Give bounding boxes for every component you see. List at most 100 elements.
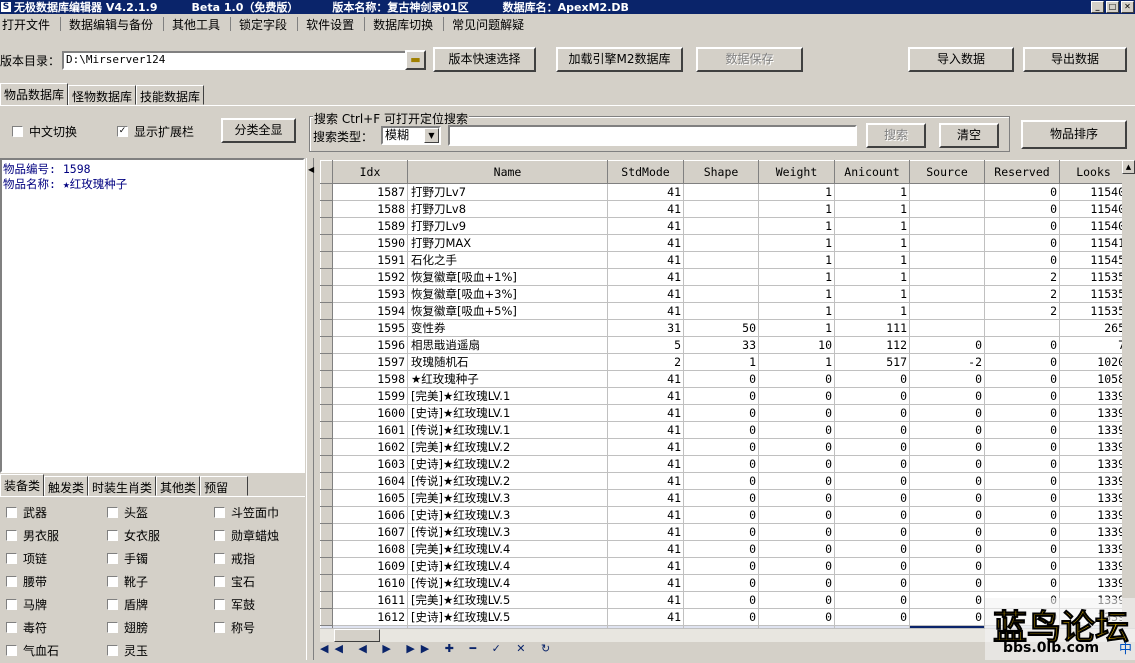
table-cell[interactable]: 41 <box>607 472 684 490</box>
export-button[interactable]: 导出数据 <box>1023 47 1127 72</box>
table-row[interactable]: 1600 [史诗]★红玫瑰LV.1 41 0 0 0 0 0 1339 <box>320 404 1128 422</box>
quick-select-button[interactable]: 版本快速选择 <box>433 47 536 72</box>
table-cell[interactable]: [传说]★红玫瑰LV.2 <box>407 472 608 490</box>
folder-icon[interactable]: ▬ <box>405 50 426 70</box>
table-cell[interactable]: 0 <box>984 353 1060 371</box>
table-cell[interactable]: 1 <box>834 302 910 320</box>
table-cell[interactable]: 0 <box>683 506 759 524</box>
table-cell[interactable]: 0 <box>984 217 1060 235</box>
cat-gem[interactable]: 宝石 <box>214 573 255 590</box>
column-header[interactable]: StdMode <box>607 160 684 184</box>
row-indicator[interactable] <box>320 370 333 388</box>
tab-skills[interactable]: 技能数据库 <box>136 85 205 105</box>
table-cell[interactable]: 恢复徽章[吸血+5%] <box>407 302 608 320</box>
table-cell[interactable]: 0 <box>909 506 985 524</box>
tab-fashion[interactable]: 时装生肖类 <box>88 476 157 496</box>
row-indicator[interactable] <box>320 506 333 524</box>
column-header[interactable]: Name <box>407 160 608 184</box>
table-cell[interactable]: [传说]★红玫瑰LV.1 <box>407 421 608 439</box>
table-cell[interactable]: 1020 <box>1059 353 1128 371</box>
table-cell[interactable]: 0 <box>834 404 910 422</box>
table-cell[interactable]: [史诗]★红玫瑰LV.4 <box>407 557 608 575</box>
table-cell[interactable]: 11535 <box>1059 285 1128 303</box>
table-cell[interactable]: 0 <box>834 506 910 524</box>
table-cell[interactable]: 0 <box>758 506 835 524</box>
table-cell[interactable]: 0 <box>834 591 910 609</box>
table-row[interactable]: 1590 打野刀MAX 41 1 1 0 11541 <box>320 234 1128 252</box>
table-cell[interactable]: 1 <box>758 251 835 269</box>
table-cell[interactable]: 11540 <box>1059 200 1128 218</box>
table-cell[interactable]: 0 <box>834 574 910 592</box>
table-cell[interactable]: 0 <box>984 438 1060 456</box>
table-cell[interactable]: 1602 <box>332 438 408 456</box>
table-cell[interactable]: 0 <box>984 234 1060 252</box>
row-indicator[interactable] <box>320 404 333 422</box>
cat-boots[interactable]: 靴子 <box>107 573 148 590</box>
table-cell[interactable]: 11541 <box>1059 234 1128 252</box>
table-cell[interactable]: 0 <box>683 438 759 456</box>
cat-weapon[interactable]: 武器 <box>6 504 47 521</box>
clear-button[interactable]: 清空 <box>939 123 999 148</box>
table-cell[interactable]: 0 <box>984 540 1060 558</box>
table-cell[interactable]: 1601 <box>332 421 408 439</box>
table-cell[interactable]: 0 <box>758 608 835 626</box>
table-cell[interactable]: 111 <box>834 319 910 337</box>
table-cell[interactable]: 0 <box>909 438 985 456</box>
table-cell[interactable]: 0 <box>758 523 835 541</box>
table-cell[interactable] <box>683 268 759 286</box>
table-cell[interactable]: 1590 <box>332 234 408 252</box>
table-cell[interactable]: 41 <box>607 302 684 320</box>
table-row[interactable]: 1606 [史诗]★红玫瑰LV.3 41 0 0 0 0 0 1339 <box>320 506 1128 524</box>
table-cell[interactable]: 0 <box>984 574 1060 592</box>
table-cell[interactable]: 0 <box>909 404 985 422</box>
show-all-button[interactable]: 分类全显 <box>221 118 296 143</box>
row-indicator[interactable] <box>320 268 333 286</box>
search-input[interactable] <box>448 125 857 146</box>
row-indicator[interactable] <box>320 353 333 371</box>
table-cell[interactable]: 41 <box>607 387 684 405</box>
table-cell[interactable]: 1 <box>834 285 910 303</box>
table-cell[interactable]: 41 <box>607 438 684 456</box>
chinese-toggle[interactable]: 中文切换 <box>12 123 77 140</box>
table-cell[interactable]: 1593 <box>332 285 408 303</box>
table-cell[interactable]: 1 <box>683 353 759 371</box>
load-m2-button[interactable]: 加载引擎M2数据库 <box>556 47 683 72</box>
row-indicator[interactable] <box>320 319 333 337</box>
table-cell[interactable]: ★红玫瑰种子 <box>407 370 608 388</box>
table-row[interactable]: 1599 [完美]★红玫瑰LV.1 41 0 0 0 0 0 1339 <box>320 387 1128 405</box>
cat-hp-stone[interactable]: 气血石 <box>6 642 59 659</box>
table-cell[interactable] <box>909 200 985 218</box>
table-cell[interactable]: 0 <box>834 455 910 473</box>
menu-edit-backup[interactable]: 数据编辑与备份 <box>69 16 163 33</box>
table-cell[interactable]: 1 <box>758 302 835 320</box>
table-cell[interactable]: 0 <box>834 557 910 575</box>
minimize-icon[interactable]: _ <box>1091 1 1104 13</box>
table-cell[interactable]: 恢复徽章[吸血+3%] <box>407 285 608 303</box>
table-cell[interactable]: 1339 <box>1059 421 1128 439</box>
cat-ring[interactable]: 戒指 <box>214 550 255 567</box>
table-cell[interactable]: 1 <box>758 268 835 286</box>
table-cell[interactable]: 1587 <box>332 183 408 201</box>
table-cell[interactable]: 265 <box>1059 319 1128 337</box>
cat-shield[interactable]: 盾牌 <box>107 596 148 613</box>
table-cell[interactable]: 41 <box>607 608 684 626</box>
menu-open-file[interactable]: 打开文件 <box>2 16 60 33</box>
search-button[interactable]: 搜索 <box>866 123 926 148</box>
table-cell[interactable] <box>683 217 759 235</box>
table-cell[interactable]: 1598 <box>332 370 408 388</box>
table-cell[interactable]: 0 <box>834 472 910 490</box>
table-cell[interactable]: 1595 <box>332 319 408 337</box>
table-cell[interactable]: 41 <box>607 455 684 473</box>
table-cell[interactable]: 2 <box>984 302 1060 320</box>
table-cell[interactable]: 0 <box>909 557 985 575</box>
table-cell[interactable] <box>909 234 985 252</box>
table-cell[interactable]: 1339 <box>1059 455 1128 473</box>
cat-helmet[interactable]: 头盔 <box>107 504 148 521</box>
table-cell[interactable]: 0 <box>683 608 759 626</box>
table-cell[interactable]: 0 <box>758 574 835 592</box>
row-indicator[interactable] <box>320 217 333 235</box>
table-cell[interactable]: [史诗]★红玫瑰LV.2 <box>407 455 608 473</box>
table-cell[interactable]: 1339 <box>1059 523 1128 541</box>
chevron-down-icon[interactable]: ▼ <box>424 128 439 143</box>
table-cell[interactable]: 0 <box>683 370 759 388</box>
